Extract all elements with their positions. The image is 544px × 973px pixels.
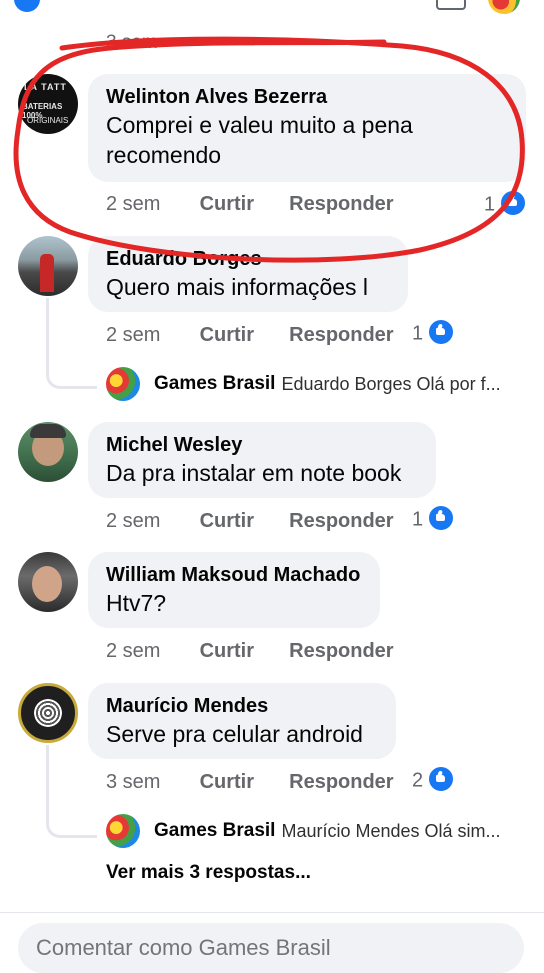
comment-input[interactable] [18,923,524,973]
like-button[interactable]: Curtir [200,771,284,794]
comment-author[interactable]: Welinton Alves Bezerra [106,84,508,110]
reaction-count[interactable]: 1 [412,504,456,534]
reply-preview[interactable]: Games Brasil Maurício Mendes Olá sim... [106,813,501,849]
comment-time[interactable]: 2 sem [106,324,194,347]
thread-connector [46,298,97,389]
reply-button[interactable]: Responder [289,324,393,347]
avatar[interactable] [18,683,78,743]
comment-text: recomendo [106,142,222,168]
reply-button[interactable]: Responder [289,771,393,794]
reply-author[interactable]: Games Brasil [154,373,275,395]
reply-button[interactable]: Responder [289,640,393,663]
like-icon [427,765,456,793]
comment-author[interactable]: William Maksoud Machado [106,562,362,588]
avatar[interactable] [18,552,78,612]
comment-bubble[interactable]: Michel Wesley Da pra instalar em note bo… [88,422,436,498]
like-icon [499,189,528,217]
like-button[interactable]: Curtir [200,193,284,216]
comment-time[interactable]: 3 sem [106,771,194,794]
comment-text: Comprei e valeu muito a pena [106,112,413,138]
reply-preview[interactable]: Games Brasil Eduardo Borges Olá por f... [106,366,501,402]
comment-author[interactable]: Maurício Mendes [106,693,378,719]
like-icon [427,504,456,532]
avatar[interactable]: LA TATT BATERIAS 100% ORIGINAIS [18,74,78,134]
like-icon [427,318,456,346]
comment-text: Htv7? [106,590,167,616]
view-more-replies-link[interactable]: Ver mais 3 respostas... [106,862,311,884]
top-bar [0,0,544,18]
thread-connector [46,745,97,838]
reaction-count[interactable]: 1 [484,189,528,219]
like-button[interactable]: Curtir [200,640,284,663]
reaction-count[interactable]: 2 [412,765,456,795]
comment-author[interactable]: Michel Wesley [106,432,418,458]
reaction-count[interactable]: 1 [412,318,456,348]
comment-actions: 2 sem Curtir Responder [106,640,394,663]
avatar[interactable] [18,236,78,296]
comment-actions: 2 sem Curtir Responder [106,324,394,347]
avatar[interactable] [106,814,140,848]
comment-time[interactable]: 2 sem [106,193,194,216]
comment-text: Quero mais informações l [106,274,369,300]
comment-text: Da pra instalar em note book [106,460,402,486]
comment-time[interactable]: 2 sem [106,510,194,533]
comment-bubble[interactable]: Eduardo Borges Quero mais informações l [88,236,408,312]
comment-actions: 2 sem Curtir Responder [106,193,394,216]
avatar[interactable] [18,422,78,482]
fingerprint-icon [34,699,62,727]
like-button[interactable]: Curtir [200,324,284,347]
reply-text: Maurício Mendes Olá sim... [281,820,501,841]
comment-bubble[interactable]: Maurício Mendes Serve pra celular androi… [88,683,396,759]
reply-button[interactable]: Responder [289,510,393,533]
facebook-logo-icon[interactable] [14,0,40,12]
comment-actions: 2 sem Curtir Responder [106,510,394,533]
comment-author[interactable]: Eduardo Borges [106,246,390,272]
comment-bubble[interactable]: William Maksoud Machado Htv7? [88,552,380,628]
window-icon[interactable] [436,0,466,10]
comment-text: Serve pra celular android [106,721,363,747]
reply-author[interactable]: Games Brasil [154,820,275,842]
like-button[interactable]: Curtir [200,510,284,533]
comment-actions: 3 sem Curtir Responder [106,771,394,794]
comment-time[interactable]: 2 sem [106,640,194,663]
comment-timestamp: 3 sem [106,32,158,53]
comment-composer [0,912,544,973]
avatar[interactable] [106,367,140,401]
reply-button[interactable]: Responder [289,193,393,216]
comment-bubble[interactable]: Welinton Alves Bezerra Comprei e valeu m… [88,74,526,182]
profile-avatar[interactable] [488,0,520,14]
reply-text: Eduardo Borges Olá por f... [281,373,501,394]
